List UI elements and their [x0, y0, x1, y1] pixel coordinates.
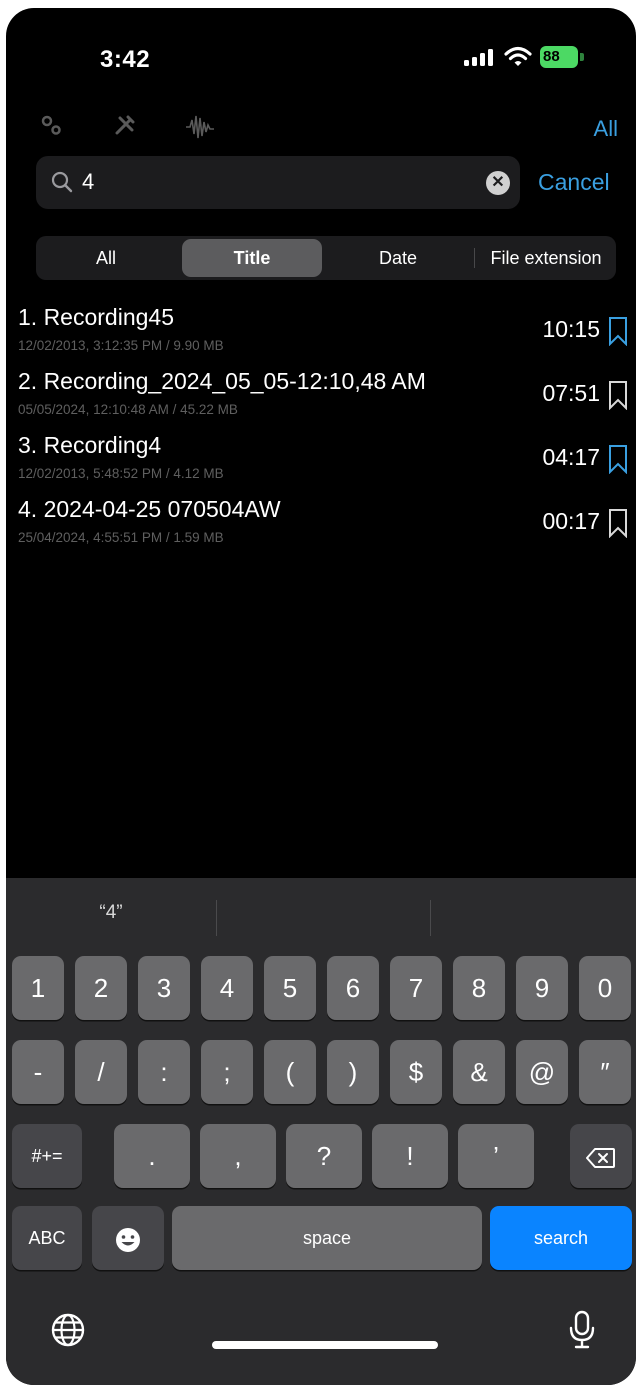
waveform-icon[interactable]	[184, 112, 216, 148]
recording-title: 3. Recording4	[18, 432, 162, 458]
all-button[interactable]: All	[594, 116, 618, 142]
recording-meta: 05/05/2024, 12:10:48 AM / 45.22 MB	[18, 402, 238, 417]
home-indicator	[212, 1341, 438, 1349]
backspace-key[interactable]	[570, 1124, 632, 1188]
space-key[interactable]: space	[172, 1206, 482, 1270]
battery-level: 88	[540, 46, 578, 68]
key-0[interactable]: 0	[579, 956, 631, 1020]
globe-icon[interactable]	[50, 1312, 86, 1353]
key-apostrophe[interactable]: ’	[458, 1124, 534, 1188]
emoji-key[interactable]	[92, 1206, 164, 1270]
cancel-button[interactable]: Cancel	[538, 169, 610, 196]
battery-icon: 88	[540, 46, 588, 68]
microphone-icon[interactable]	[566, 1310, 598, 1355]
recording-row[interactable]: 1. Recording45 12/02/2013, 3:12:35 PM / …	[18, 304, 630, 360]
recording-meta: 25/04/2024, 4:55:51 PM / 1.59 MB	[18, 530, 224, 545]
segment-all[interactable]: All	[36, 236, 176, 280]
screen: 3:42 88 All 4 ✕ Cancel All Title Date Fi…	[6, 8, 636, 1385]
search-field[interactable]: 4 ✕	[36, 156, 520, 209]
recording-meta: 12/02/2013, 3:12:35 PM / 9.90 MB	[18, 338, 224, 353]
wifi-icon	[504, 46, 532, 73]
key-6[interactable]: 6	[327, 956, 379, 1020]
settings-icon[interactable]	[38, 112, 64, 144]
recording-duration: 10:15	[542, 316, 600, 342]
segment-file-extension[interactable]: File extension	[476, 236, 616, 280]
key-abc[interactable]: ABC	[12, 1206, 82, 1270]
recording-row[interactable]: 2. Recording_2024_05_05-12:10,48 AM 05/0…	[18, 368, 630, 424]
recording-row[interactable]: 3. Recording4 12/02/2013, 5:48:52 PM / 4…	[18, 432, 630, 488]
key-comma[interactable]: ,	[200, 1124, 276, 1188]
key-3[interactable]: 3	[138, 956, 190, 1020]
key-exclamation[interactable]: !	[372, 1124, 448, 1188]
key-at[interactable]: @	[516, 1040, 568, 1104]
clear-search-icon[interactable]: ✕	[486, 171, 510, 195]
key-2[interactable]: 2	[75, 956, 127, 1020]
key-5[interactable]: 5	[264, 956, 316, 1020]
backspace-icon	[586, 1148, 615, 1169]
bookmark-icon[interactable]	[608, 444, 628, 479]
key-9[interactable]: 9	[516, 956, 568, 1020]
key-4[interactable]: 4	[201, 956, 253, 1020]
key-colon[interactable]: :	[138, 1040, 190, 1104]
key-dollar[interactable]: $	[390, 1040, 442, 1104]
emoji-icon	[116, 1228, 140, 1253]
key-period[interactable]: .	[114, 1124, 190, 1188]
keyboard-suggestion[interactable]: “4”	[6, 878, 216, 948]
recording-row[interactable]: 4. 2024-04-25 070504AW 25/04/2024, 4:55:…	[18, 496, 630, 552]
key-open-paren[interactable]: (	[264, 1040, 316, 1104]
recording-meta: 12/02/2013, 5:48:52 PM / 4.12 MB	[18, 466, 224, 481]
status-time: 3:42	[100, 46, 151, 73]
key-more-symbols[interactable]: #+=	[12, 1124, 82, 1188]
key-question[interactable]: ?	[286, 1124, 362, 1188]
key-close-paren[interactable]: )	[327, 1040, 379, 1104]
recording-title: 1. Recording45	[18, 304, 174, 330]
key-8[interactable]: 8	[453, 956, 505, 1020]
recording-title: 4. 2024-04-25 070504AW	[18, 496, 281, 522]
bookmark-icon[interactable]	[608, 380, 628, 415]
bookmark-icon[interactable]	[608, 508, 628, 543]
key-slash[interactable]: /	[75, 1040, 127, 1104]
recording-duration: 07:51	[542, 380, 600, 406]
keyboard: “4” 1 2 3 4 5 6 7 8 9 0 - / : ; ( ) $ & …	[6, 878, 636, 1385]
search-icon	[50, 170, 74, 199]
segment-title[interactable]: Title	[182, 239, 322, 277]
key-hyphen[interactable]: -	[12, 1040, 64, 1104]
key-semicolon[interactable]: ;	[201, 1040, 253, 1104]
filter-segmented-control: All Title Date File extension	[36, 236, 616, 280]
tools-icon[interactable]	[112, 112, 138, 144]
recording-duration: 04:17	[542, 444, 600, 470]
recording-duration: 00:17	[542, 508, 600, 534]
segment-date[interactable]: Date	[326, 236, 470, 280]
key-7[interactable]: 7	[390, 956, 442, 1020]
search-input[interactable]: 4	[82, 169, 94, 195]
search-key[interactable]: search	[490, 1206, 632, 1270]
key-1[interactable]: 1	[12, 956, 64, 1020]
key-ampersand[interactable]: &	[453, 1040, 505, 1104]
recording-title: 2. Recording_2024_05_05-12:10,48 AM	[18, 368, 426, 394]
key-quote[interactable]: ″	[579, 1040, 631, 1104]
signal-icon	[464, 48, 493, 66]
bookmark-icon[interactable]	[608, 316, 628, 351]
